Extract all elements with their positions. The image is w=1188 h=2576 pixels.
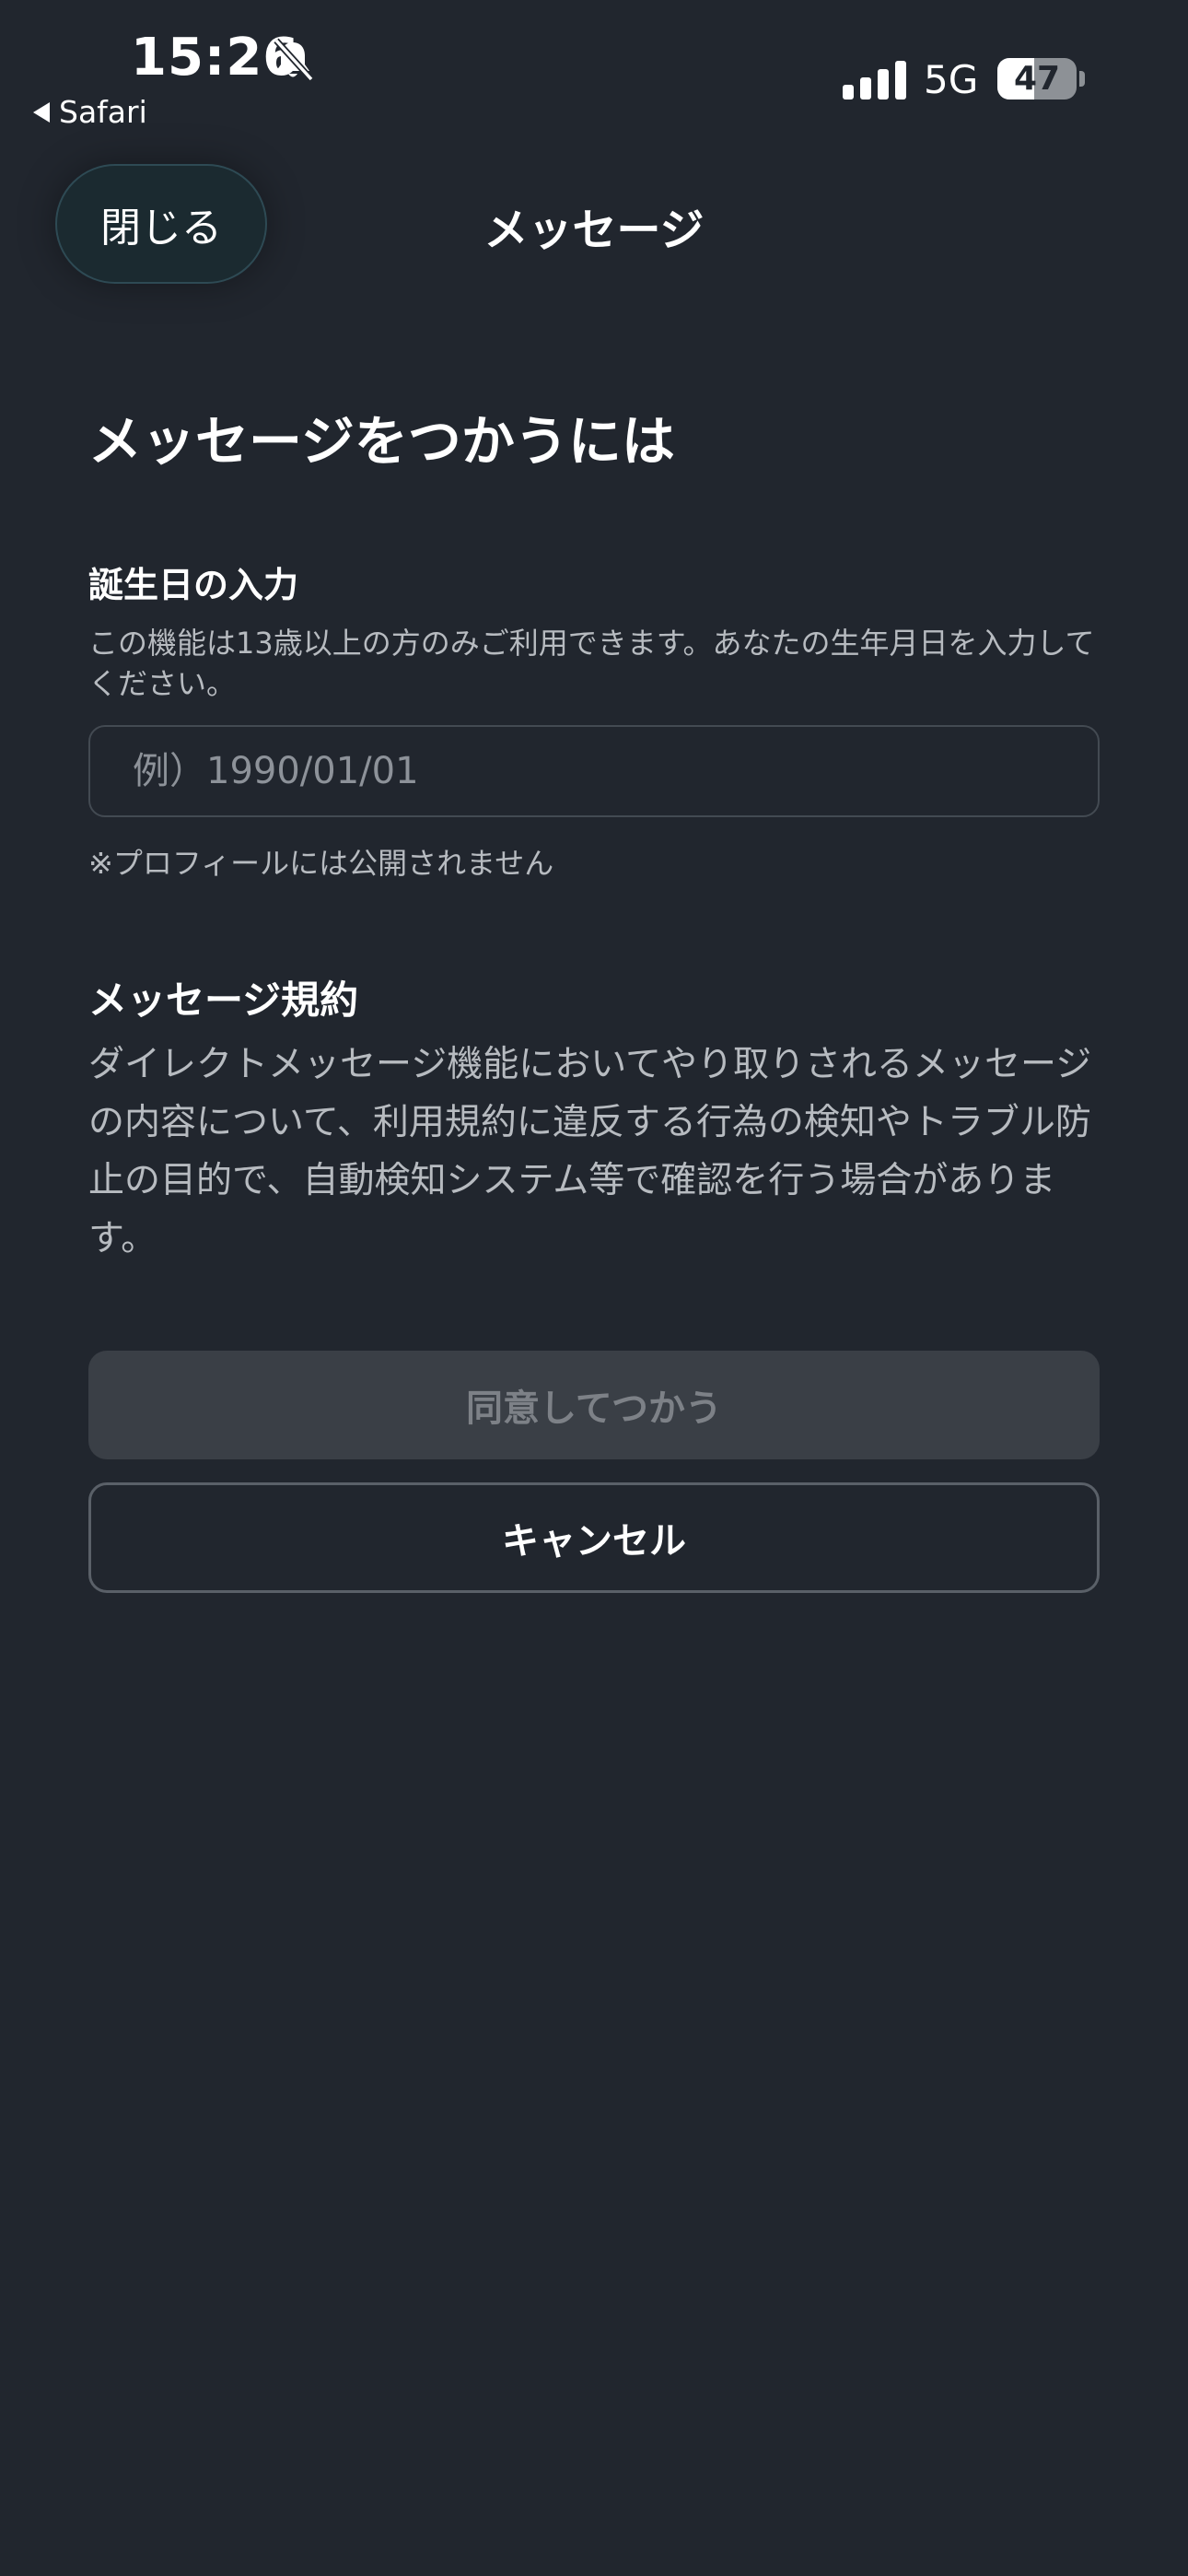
agree-button[interactable]: 同意してつかう [88, 1351, 1100, 1459]
message-terms-screen: 15:26 Safari 5G 47 閉じる メッセージ メッセージをつかうには… [0, 0, 1188, 2576]
terms-title: メッセージ規約 [88, 978, 359, 1023]
privacy-note: ※プロフィールには公開されません [88, 846, 554, 881]
terms-body: ダイレクトメッセージ機能においてやり取りされるメッセージの内容について、利用規約… [88, 1044, 1092, 1259]
network-type: 5G [924, 57, 979, 102]
battery-icon: 47 [997, 58, 1077, 100]
page-title: メッセージ [483, 205, 705, 256]
signal-icon [843, 61, 906, 100]
bell-slash-icon [274, 38, 314, 82]
birthday-input[interactable] [88, 725, 1100, 817]
back-app-label: Safari [59, 94, 147, 130]
birthday-help-text: この機能は13歳以上の方のみご利用できます。あなたの生年月日を入力してください。 [88, 626, 1095, 701]
battery-percent: 47 [1013, 60, 1061, 98]
birthday-label: 誕生日の入力 [88, 565, 299, 605]
battery-tip [1079, 71, 1085, 87]
cancel-button[interactable]: キャンセル [88, 1482, 1100, 1593]
back-arrow-icon [33, 101, 50, 123]
back-to-safari-link[interactable]: Safari [33, 94, 147, 130]
section-heading: メッセージをつかうには [88, 410, 675, 473]
